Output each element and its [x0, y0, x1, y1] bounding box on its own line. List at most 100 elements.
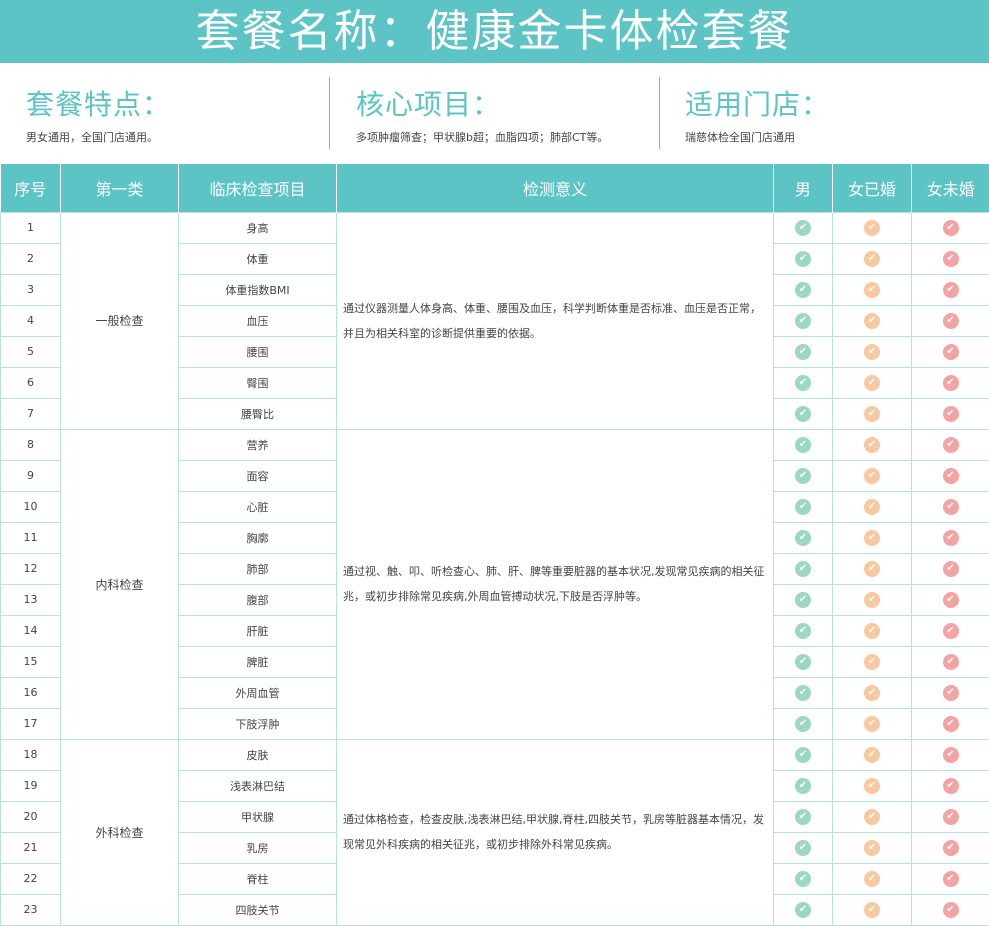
check-cell-female-married: ✔	[833, 305, 912, 336]
check-cell-female-married: ✔	[833, 863, 912, 894]
check-cell-male: ✔	[774, 336, 833, 367]
check-circle-orange-icon: ✔	[864, 902, 880, 918]
check-circle-green-icon: ✔	[795, 716, 811, 732]
check-cell-female-married: ✔	[833, 615, 912, 646]
check-circle-green-icon: ✔	[795, 871, 811, 887]
info-core-items-title: 核心项目：	[356, 83, 501, 123]
check-cell-male: ✔	[774, 584, 833, 615]
check-circle-red-icon: ✔	[943, 375, 959, 391]
check-circle-orange-icon: ✔	[864, 406, 880, 422]
check-circle-green-icon: ✔	[795, 282, 811, 298]
check-cell-female-married: ✔	[833, 243, 912, 274]
info-core-items: 核心项目： 多项肿瘤筛查；甲状腺b超；血脂四项；肺部CT等。	[356, 63, 646, 164]
check-circle-red-icon: ✔	[943, 902, 959, 918]
check-cell-female-unmarried: ✔	[912, 305, 989, 336]
check-cell-female-married: ✔	[833, 553, 912, 584]
check-cell-female-unmarried: ✔	[912, 584, 989, 615]
meaning-cell: 通过仪器测量人体身高、体重、腰围及血压，科学判断体重是否标准、血压是否正常，并且…	[337, 212, 774, 429]
check-cell-female-unmarried: ✔	[912, 739, 989, 770]
check-circle-orange-icon: ✔	[864, 437, 880, 453]
item-cell: 乳房	[179, 832, 337, 863]
item-cell: 臀围	[179, 367, 337, 398]
check-circle-red-icon: ✔	[943, 716, 959, 732]
check-cell-male: ✔	[774, 367, 833, 398]
item-cell: 身高	[179, 212, 337, 243]
row-number: 13	[1, 584, 61, 615]
check-circle-orange-icon: ✔	[864, 747, 880, 763]
check-cell-female-unmarried: ✔	[912, 553, 989, 584]
item-cell: 营养	[179, 429, 337, 460]
info-features-desc: 男女通用，全国门店通用。	[26, 129, 158, 145]
check-circle-orange-icon: ✔	[864, 654, 880, 670]
check-circle-orange-icon: ✔	[864, 468, 880, 484]
row-number: 5	[1, 336, 61, 367]
check-cell-female-married: ✔	[833, 739, 912, 770]
check-cell-female-unmarried: ✔	[912, 212, 989, 243]
check-circle-green-icon: ✔	[795, 406, 811, 422]
item-cell: 腹部	[179, 584, 337, 615]
item-cell: 体重指数BMI	[179, 274, 337, 305]
check-cell-female-married: ✔	[833, 429, 912, 460]
check-circle-red-icon: ✔	[943, 282, 959, 298]
item-cell: 血压	[179, 305, 337, 336]
check-cell-female-unmarried: ✔	[912, 894, 989, 925]
check-cell-female-unmarried: ✔	[912, 491, 989, 522]
check-circle-red-icon: ✔	[943, 561, 959, 577]
row-number: 9	[1, 460, 61, 491]
package-title: 套餐名称：健康金卡体检套餐	[0, 0, 989, 63]
check-cell-female-married: ✔	[833, 491, 912, 522]
check-cell-female-unmarried: ✔	[912, 708, 989, 739]
header-meaning: 检测意义	[337, 164, 774, 212]
check-cell-female-unmarried: ✔	[912, 243, 989, 274]
check-circle-red-icon: ✔	[943, 871, 959, 887]
check-circle-orange-icon: ✔	[864, 282, 880, 298]
check-circle-orange-icon: ✔	[864, 592, 880, 608]
row-number: 11	[1, 522, 61, 553]
check-circle-red-icon: ✔	[943, 530, 959, 546]
info-features: 套餐特点： 男女通用，全国门店通用。	[26, 63, 316, 164]
check-circle-green-icon: ✔	[795, 561, 811, 577]
header-category: 第一类	[61, 164, 179, 212]
check-cell-female-unmarried: ✔	[912, 646, 989, 677]
row-number: 21	[1, 832, 61, 863]
check-cell-female-unmarried: ✔	[912, 677, 989, 708]
row-number: 22	[1, 863, 61, 894]
row-number: 16	[1, 677, 61, 708]
check-circle-green-icon: ✔	[795, 499, 811, 515]
category-cell: 内科检查	[61, 429, 179, 739]
check-circle-green-icon: ✔	[795, 623, 811, 639]
row-number: 12	[1, 553, 61, 584]
check-cell-male: ✔	[774, 801, 833, 832]
info-core-items-desc: 多项肿瘤筛查；甲状腺b超；血脂四项；肺部CT等。	[356, 129, 608, 145]
check-circle-green-icon: ✔	[795, 375, 811, 391]
checkup-table: 序号 第一类 临床检查项目 检测意义 男 女已婚 女未婚 1一般检查身高通过仪器…	[0, 164, 989, 926]
check-cell-male: ✔	[774, 615, 833, 646]
header-female-married: 女已婚	[833, 164, 912, 212]
check-cell-male: ✔	[774, 398, 833, 429]
check-cell-male: ✔	[774, 863, 833, 894]
check-cell-female-married: ✔	[833, 801, 912, 832]
row-number: 17	[1, 708, 61, 739]
check-circle-red-icon: ✔	[943, 313, 959, 329]
row-number: 1	[1, 212, 61, 243]
check-cell-male: ✔	[774, 646, 833, 677]
check-cell-female-married: ✔	[833, 460, 912, 491]
header-no: 序号	[1, 164, 61, 212]
item-cell: 胸廓	[179, 522, 337, 553]
header-item: 临床检查项目	[179, 164, 337, 212]
row-number: 3	[1, 274, 61, 305]
check-cell-female-unmarried: ✔	[912, 367, 989, 398]
check-cell-female-unmarried: ✔	[912, 615, 989, 646]
item-cell: 四肢关节	[179, 894, 337, 925]
check-cell-male: ✔	[774, 894, 833, 925]
row-number: 15	[1, 646, 61, 677]
row-number: 6	[1, 367, 61, 398]
check-circle-red-icon: ✔	[943, 251, 959, 267]
info-divider	[659, 77, 660, 149]
row-number: 18	[1, 739, 61, 770]
check-circle-green-icon: ✔	[795, 747, 811, 763]
check-cell-female-married: ✔	[833, 274, 912, 305]
check-cell-female-unmarried: ✔	[912, 336, 989, 367]
check-circle-orange-icon: ✔	[864, 716, 880, 732]
check-cell-female-married: ✔	[833, 367, 912, 398]
